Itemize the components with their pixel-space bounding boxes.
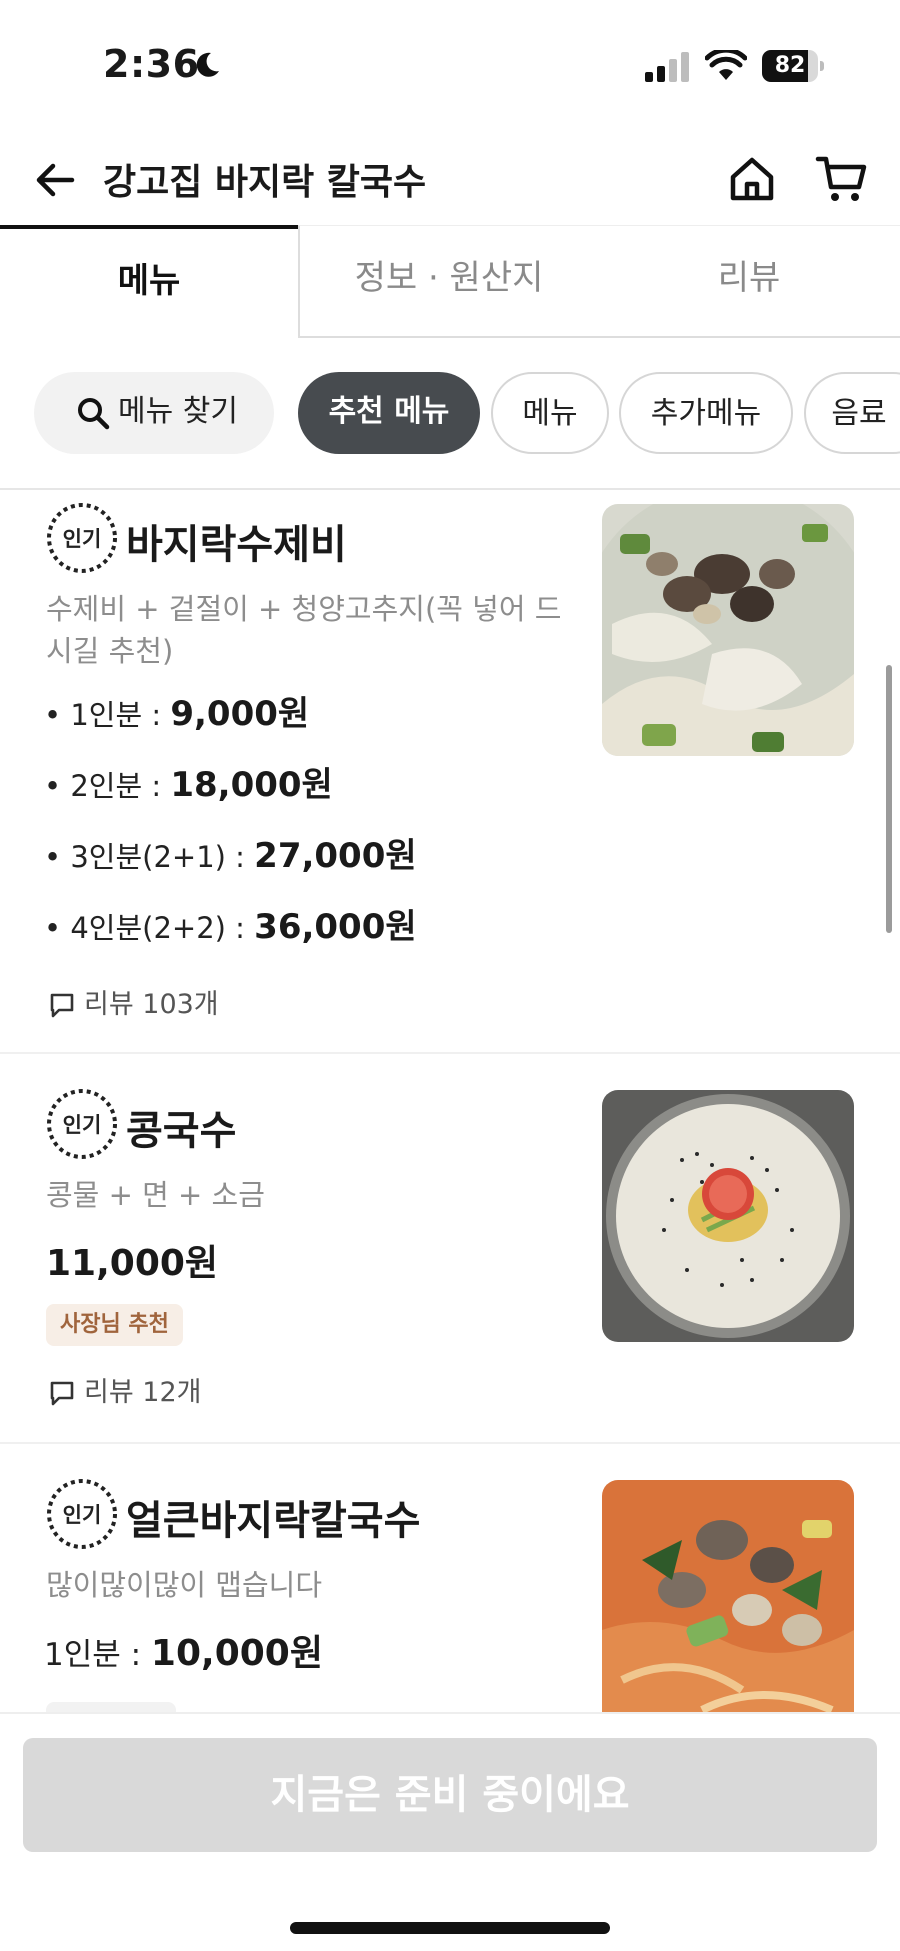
spicy-clam-kalguksu-photo: [602, 1480, 854, 1712]
price-option-label: 1인분 :: [44, 1637, 142, 1673]
menu-search-label: 메뉴 찾기: [118, 394, 238, 429]
tab-menu[interactable]: 메뉴: [0, 225, 298, 338]
menu-item-name: 콩국수: [126, 1108, 237, 1154]
home-indicator[interactable]: [290, 1922, 610, 1934]
kongguksu-photo: [602, 1090, 854, 1342]
menu-item-price: 11,000원: [46, 1243, 219, 1284]
price-option-label: • 2인분 :: [44, 769, 162, 803]
comment-icon: [50, 1381, 74, 1406]
review-count-label: 리뷰 12개: [84, 1377, 202, 1408]
price-option: • 2인분 : 18,000원: [44, 757, 333, 806]
status-bar: 2:36 82: [0, 0, 900, 130]
cellular-signal-icon: [645, 52, 689, 82]
bottom-action-bar: 지금은 준비 중이에요: [0, 1712, 900, 1951]
menu-item-name: 바지락수제비: [126, 522, 347, 568]
price-option-label: • 3인분(2+1) :: [44, 840, 245, 874]
battery-level: 82: [774, 53, 806, 78]
review-count-label: 리뷰 103개: [84, 989, 219, 1020]
menu-item[interactable]: 인기 얼큰바지락칼국수 많이많이많이 맵습니다 1인분 : 10,000원: [0, 1444, 900, 1712]
price-option-amount: 27,000원: [254, 836, 417, 876]
menu-item[interactable]: 인기 바지락수제비 수제비 + 겉절이 + 청양고추지(꼭 넣어 드시길 추천)…: [0, 490, 900, 1054]
menu-list: 인기 바지락수제비 수제비 + 겉절이 + 청양고추지(꼭 넣어 드시길 추천)…: [0, 490, 900, 1712]
chip-extra-menu[interactable]: 추가메뉴: [619, 372, 793, 454]
menu-item-description: 수제비 + 겉절이 + 청양고추지(꼭 넣어 드시길 추천): [46, 592, 562, 668]
price-option-label: • 1인분 :: [44, 698, 162, 732]
partial-tag: [46, 1702, 176, 1712]
tab-reviews[interactable]: 리뷰: [598, 225, 900, 338]
chip-menu[interactable]: 메뉴: [491, 372, 609, 454]
review-count: 리뷰 103개: [48, 982, 219, 1021]
price-option: • 4인분(2+2) : 36,000원: [44, 899, 417, 948]
owner-recommend-tag: 사장님 추천: [46, 1304, 183, 1346]
wifi-icon: [705, 50, 747, 80]
price-option-amount: 36,000원: [254, 907, 417, 947]
popular-badge-icon: 인기: [47, 1479, 117, 1549]
review-count: 리뷰 12개: [48, 1370, 201, 1409]
store-header: 강고집 바지락 칼국수: [0, 135, 900, 225]
scrollbar[interactable]: [886, 665, 892, 933]
clam-sujebi-photo: [602, 504, 854, 756]
popular-badge-label: 인기: [63, 1503, 102, 1527]
moon-icon: [196, 52, 219, 77]
popular-badge-icon: 인기: [47, 1089, 117, 1159]
tab-info-origin[interactable]: 정보 · 원산지: [298, 225, 598, 338]
chip-drinks[interactable]: 음료: [804, 372, 900, 454]
popular-badge-icon: 인기: [47, 503, 117, 573]
menu-item-description: 많이많이많이 맵습니다: [46, 1568, 323, 1602]
price-option: • 1인분 : 9,000원: [44, 686, 309, 735]
price-option: • 3인분(2+1) : 27,000원: [44, 828, 417, 877]
battery-indicator: 82: [762, 50, 824, 82]
menu-search-button[interactable]: 메뉴 찾기: [34, 372, 274, 454]
search-icon: [78, 398, 110, 430]
preparing-button[interactable]: 지금은 준비 중이에요: [23, 1738, 877, 1852]
price-option-amount: 9,000원: [170, 694, 310, 734]
status-time: 2:36: [103, 42, 200, 86]
tab-bar: 메뉴 정보 · 원산지 리뷰: [0, 225, 900, 340]
home-icon[interactable]: [726, 153, 778, 205]
menu-item-description: 콩물 + 면 + 소금: [46, 1178, 265, 1212]
popular-badge-label: 인기: [63, 527, 102, 551]
price-option-amount: 10,000원: [150, 1633, 323, 1674]
chip-recommended[interactable]: 추천 메뉴: [298, 372, 480, 454]
menu-item-name: 얼큰바지락칼국수: [126, 1498, 421, 1544]
back-arrow-icon[interactable]: [30, 155, 80, 205]
cart-icon[interactable]: [815, 153, 869, 205]
popular-badge-label: 인기: [63, 1113, 102, 1137]
comment-icon: [50, 993, 74, 1018]
price-option-label: • 4인분(2+2) :: [44, 911, 245, 945]
menu-item[interactable]: 인기 콩국수 콩물 + 면 + 소금 11,000원 사장님 추천 리뷰 12개: [0, 1054, 900, 1444]
category-chip-row: 메뉴 찾기 추천 메뉴 메뉴 추가메뉴 음료: [0, 370, 900, 460]
price-option-amount: 18,000원: [170, 765, 333, 805]
price-option: 1인분 : 10,000원: [44, 1624, 323, 1676]
store-title: 강고집 바지락 칼국수: [103, 162, 427, 203]
